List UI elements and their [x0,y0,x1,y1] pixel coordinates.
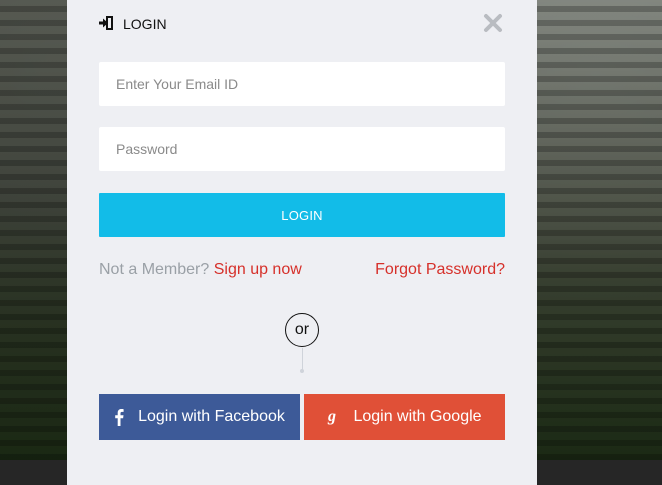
not-member-text: Not a Member? [99,261,210,278]
close-icon [483,13,503,38]
facebook-icon [114,408,124,426]
google-icon: g [327,408,339,426]
google-button-label: Login with Google [353,408,482,425]
signup-link[interactable]: Sign up now [214,261,302,278]
facebook-login-button[interactable]: Login with Facebook [99,394,300,440]
sign-in-icon [99,16,115,32]
google-login-button[interactable]: g Login with Google [304,394,505,440]
svg-text:g: g [327,408,336,425]
forgot-password-link[interactable]: Forgot Password? [375,261,505,279]
login-button[interactable]: LOGIN [99,193,505,237]
password-field[interactable] [99,127,505,171]
or-divider: or [285,313,319,347]
close-button[interactable] [482,13,504,38]
background-building-right [537,0,662,460]
login-modal: LOGIN LOGIN Not a Member? Sign up now Fo… [67,0,537,485]
or-text: or [294,321,310,338]
facebook-button-label: Login with Facebook [138,408,285,425]
modal-header: LOGIN [99,14,167,34]
member-row: Not a Member? Sign up now Forgot Passwor… [99,260,505,280]
or-divider-dot [300,369,304,373]
signup-prompt: Not a Member? Sign up now [99,261,302,279]
modal-title: LOGIN [123,16,167,32]
background-building-left [0,0,67,460]
or-divider-line [301,348,303,370]
email-field[interactable] [99,62,505,106]
